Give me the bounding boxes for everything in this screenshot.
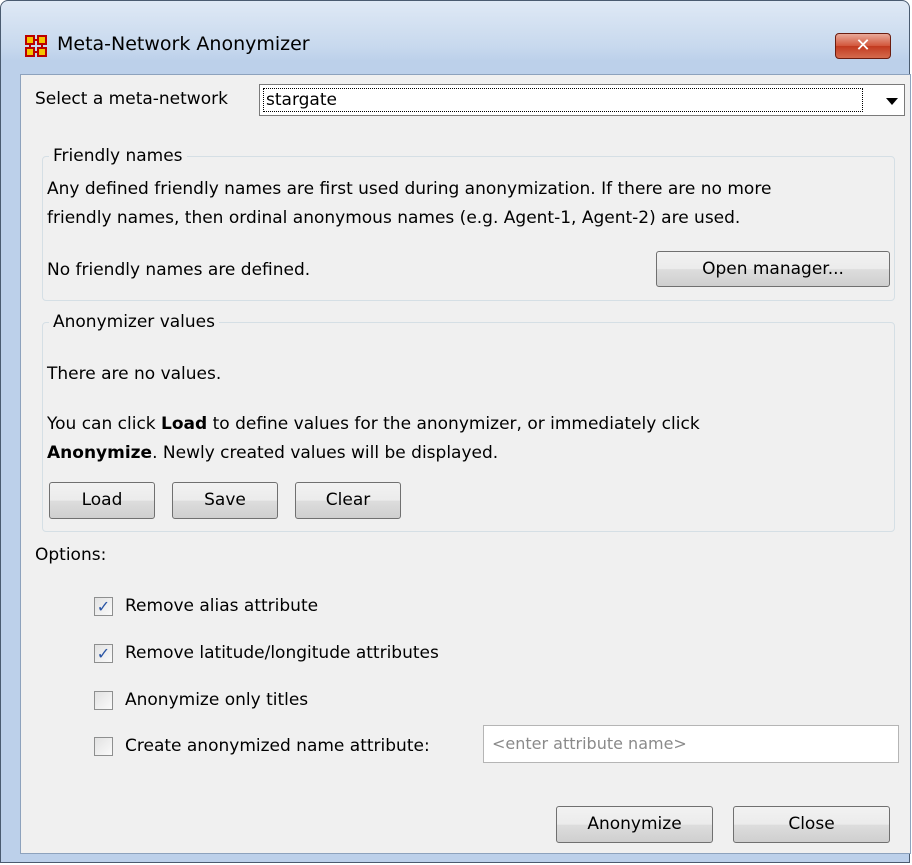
remove-alias-label[interactable]: Remove alias attribute [125, 596, 318, 616]
anonymize-button[interactable]: Anonymize [556, 806, 713, 843]
remove-latlong-label[interactable]: Remove latitude/longitude attributes [125, 643, 439, 663]
anonymizer-window: Meta-Network Anonymizer ✕ Select a meta-… [0, 0, 911, 863]
friendly-names-description-line1: Any defined friendly names are first use… [47, 179, 772, 199]
meta-network-selected-value: stargate [263, 88, 863, 112]
anonymize-titles-checkbox[interactable] [94, 691, 113, 710]
chevron-down-icon[interactable] [886, 98, 898, 105]
window-title: Meta-Network Anonymizer [57, 33, 310, 55]
options-label: Options: [35, 545, 107, 565]
clear-button[interactable]: Clear [295, 482, 401, 519]
anonymize-titles-label[interactable]: Anonymize only titles [125, 690, 308, 710]
friendly-names-group-title: Friendly names [49, 146, 187, 166]
friendly-names-group: Friendly names Any defined friendly name… [42, 146, 895, 301]
help-text-prefix: You can click [47, 414, 162, 434]
anonymizer-values-help-line1: You can click Load to define values for … [47, 414, 700, 434]
create-name-attribute-label[interactable]: Create anonymized name attribute: [125, 736, 430, 756]
help-text-middle: to define values for the anonymizer, or … [207, 414, 700, 434]
meta-network-select[interactable]: stargate [259, 84, 905, 116]
help-text-anonymize: Anonymize [47, 443, 153, 463]
create-name-attribute-checkbox[interactable] [94, 737, 113, 756]
open-manager-button[interactable]: Open manager... [656, 251, 890, 287]
dialog-body: Select a meta-network stargate Friendly … [20, 74, 911, 854]
close-icon: ✕ [855, 35, 871, 56]
remove-alias-checkbox[interactable]: ✓ [94, 597, 113, 616]
friendly-names-status: No friendly names are defined. [47, 260, 311, 280]
help-text-suffix: . Newly created values will be displayed… [152, 443, 499, 463]
close-button[interactable]: Close [733, 806, 890, 843]
remove-latlong-checkbox[interactable]: ✓ [94, 644, 113, 663]
network-app-icon [25, 35, 47, 57]
window-close-button[interactable]: ✕ [835, 33, 891, 59]
save-button[interactable]: Save [172, 482, 278, 519]
anonymizer-values-group: Anonymizer values There are no values. Y… [42, 312, 895, 532]
anonymizer-values-status: There are no values. [47, 364, 222, 384]
title-bar[interactable]: Meta-Network Anonymizer ✕ [1, 1, 909, 59]
anonymizer-values-help-line2: Anonymize. Newly created values will be … [47, 443, 498, 463]
attribute-name-input[interactable]: <enter attribute name> [483, 725, 899, 763]
anonymizer-values-group-title: Anonymizer values [49, 312, 219, 332]
help-text-load: Load [161, 414, 208, 434]
friendly-names-description-line2: friendly names, then ordinal anonymous n… [47, 208, 741, 228]
meta-network-label: Select a meta-network [35, 89, 228, 109]
load-button[interactable]: Load [49, 482, 155, 519]
